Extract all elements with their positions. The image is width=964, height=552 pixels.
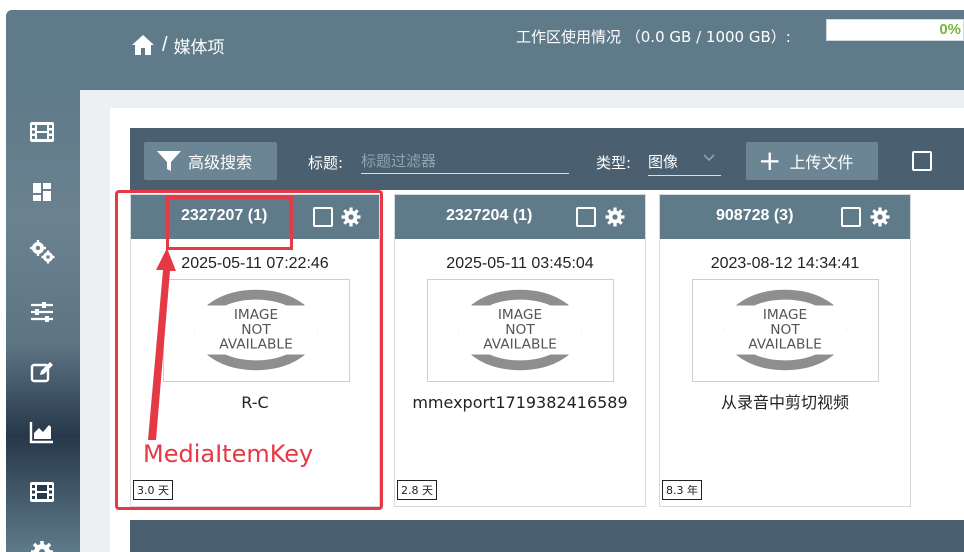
- breadcrumb: / 媒体项: [130, 32, 225, 58]
- media-item-key: 2327204 (1): [446, 207, 533, 224]
- breadcrumb-separator: /: [162, 33, 168, 56]
- media-card[interactable]: 908728 (3) 2023-08-12 14:34:41 IMAGE NOT…: [659, 194, 911, 507]
- gears-icon[interactable]: [28, 238, 56, 266]
- title-filter-label: 标题:: [308, 154, 344, 172]
- title-filter-input[interactable]: [361, 148, 569, 174]
- sidebar: [6, 90, 80, 552]
- media-card-date: 2023-08-12 14:34:41: [710, 255, 860, 272]
- dashboard-icon[interactable]: [28, 178, 56, 206]
- workspace-usage-percent: 0%: [939, 21, 961, 38]
- media-card-header: 908728 (3): [660, 195, 910, 239]
- media-card-title: mmexport1719382416589: [412, 393, 628, 412]
- workspace-usage-label: 工作区使用情况 （0.0 GB / 1000 GB）:: [516, 28, 791, 46]
- gear-icon[interactable]: [869, 206, 891, 228]
- select-all-checkbox[interactable]: [912, 151, 932, 171]
- media-card-age-badge: 2.8 天: [397, 480, 437, 500]
- advanced-search-button[interactable]: 高级搜索: [144, 142, 277, 180]
- breadcrumb-current: 媒体项: [173, 37, 225, 58]
- media-card-title: 从录音中剪切视频: [720, 393, 849, 412]
- advanced-search-label: 高级搜索: [188, 153, 253, 172]
- media-card-date: 2025-05-11 03:45:04: [446, 255, 594, 272]
- media-card-checkbox[interactable]: [576, 207, 596, 227]
- upload-file-label: 上传文件: [789, 153, 854, 172]
- chart-icon[interactable]: [28, 418, 56, 446]
- type-filter-value: 图像: [648, 153, 679, 171]
- type-filter-select[interactable]: 图像: [648, 148, 721, 176]
- media-card-checkbox[interactable]: [841, 207, 861, 227]
- film-icon[interactable]: [28, 118, 56, 146]
- thumb-text-line: AVAILABLE: [748, 337, 822, 353]
- image-not-available-thumbnail[interactable]: IMAGE NOT AVAILABLE: [427, 279, 614, 382]
- thumb-text-line: AVAILABLE: [483, 337, 557, 353]
- thumb-text-line: IMAGE: [498, 307, 542, 323]
- thumb-text-line: NOT: [505, 322, 535, 338]
- thumb-text-line: IMAGE: [763, 307, 807, 323]
- film-icon[interactable]: [28, 478, 56, 506]
- plus-icon: +: [758, 144, 782, 177]
- next-row-header: [130, 520, 964, 552]
- type-filter-label: 类型:: [596, 154, 632, 172]
- annotation-key-highlight: [166, 196, 293, 250]
- media-card-header: 2327204 (1): [395, 195, 645, 239]
- workspace-usage-bar: 0%: [826, 19, 964, 41]
- upload-file-button[interactable]: + 上传文件: [746, 142, 878, 180]
- media-card-age-badge: 8.3 年: [662, 480, 702, 500]
- filter-icon: [157, 151, 181, 171]
- image-not-available-thumbnail[interactable]: IMAGE NOT AVAILABLE: [692, 279, 879, 382]
- thumb-text-line: NOT: [770, 322, 800, 338]
- annotation-label: MediaItemKey: [143, 440, 314, 468]
- media-item-key: 908728 (3): [716, 207, 794, 224]
- edit-icon[interactable]: [28, 358, 56, 386]
- media-card[interactable]: 2327204 (1) 2025-05-11 03:45:04 IMAGE NO…: [394, 194, 646, 507]
- chevron-down-icon: [703, 154, 715, 162]
- gear-icon[interactable]: [604, 206, 626, 228]
- gear-icon[interactable]: [28, 538, 56, 552]
- home-icon[interactable]: [130, 32, 156, 58]
- sliders-icon[interactable]: [28, 298, 56, 326]
